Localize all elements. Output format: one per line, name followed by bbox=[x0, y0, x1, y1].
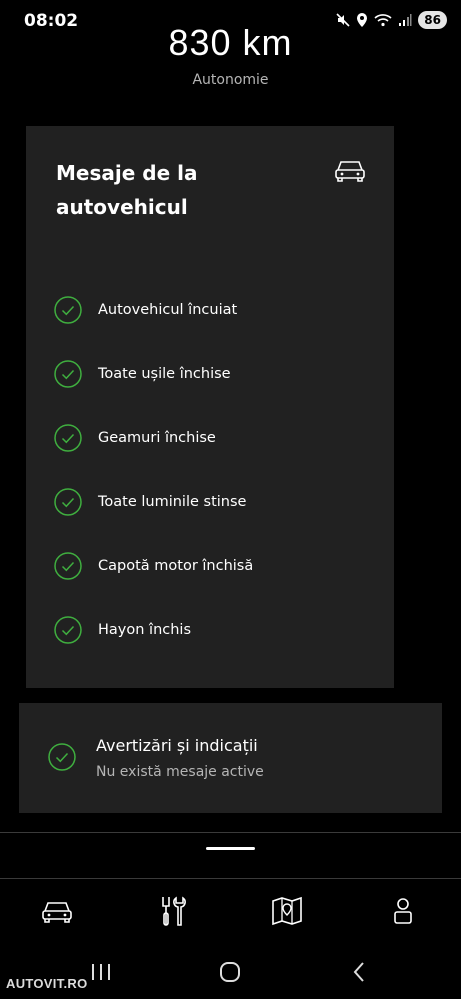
list-item: Geamuri închise bbox=[54, 406, 253, 470]
message-label: Hayon închis bbox=[98, 622, 192, 638]
warnings-card[interactable]: Avertizări și indicații Nu există mesaje… bbox=[19, 703, 442, 813]
check-circle-icon bbox=[54, 424, 82, 452]
back-icon bbox=[353, 962, 364, 982]
check-circle-icon bbox=[54, 488, 82, 516]
drag-handle[interactable] bbox=[206, 847, 255, 850]
message-label: Toate ușile închise bbox=[98, 366, 231, 382]
list-item: Hayon închis bbox=[54, 598, 253, 662]
range-label: Autonomie bbox=[192, 72, 269, 88]
profile-icon bbox=[394, 898, 412, 924]
tab-profile[interactable] bbox=[373, 890, 433, 932]
list-item: Toate ușile închise bbox=[54, 342, 253, 406]
tab-vehicle[interactable] bbox=[27, 890, 87, 932]
car-icon bbox=[334, 158, 366, 186]
check-circle-icon bbox=[54, 616, 82, 644]
tab-bar bbox=[0, 880, 461, 942]
card-title: Mesaje de la autovehicul bbox=[56, 161, 198, 219]
car-icon bbox=[42, 902, 72, 923]
home-button[interactable] bbox=[210, 957, 250, 987]
message-label: Geamuri închise bbox=[98, 430, 216, 446]
check-circle-icon bbox=[54, 296, 82, 324]
divider bbox=[0, 832, 461, 833]
recent-apps-icon bbox=[92, 964, 110, 980]
map-icon bbox=[272, 896, 302, 926]
warnings-subtitle: Nu există mesaje active bbox=[96, 764, 264, 780]
range-value: 830 km bbox=[168, 22, 293, 63]
list-item: Autovehicul încuiat bbox=[54, 278, 253, 342]
tools-icon bbox=[162, 896, 186, 926]
message-label: Capotă motor închisă bbox=[98, 558, 254, 574]
warnings-title: Avertizări și indicații bbox=[96, 736, 258, 755]
home-icon bbox=[220, 962, 240, 982]
message-list: Autovehicul încuiat Toate ușile închise … bbox=[54, 278, 253, 662]
watermark-logo: AUTOVIT.RO bbox=[6, 976, 88, 991]
vehicle-messages-card: Mesaje de la autovehicul Autovehicul înc… bbox=[26, 126, 394, 688]
list-item: Capotă motor închisă bbox=[54, 534, 253, 598]
check-circle-icon bbox=[54, 360, 82, 388]
divider bbox=[0, 878, 461, 879]
list-item: Toate luminile stinse bbox=[54, 470, 253, 534]
tab-service[interactable] bbox=[142, 890, 202, 932]
back-button[interactable] bbox=[339, 957, 379, 987]
message-label: Toate luminile stinse bbox=[98, 494, 247, 510]
message-label: Autovehicul încuiat bbox=[98, 302, 238, 318]
tab-map[interactable] bbox=[257, 890, 317, 932]
check-circle-icon bbox=[48, 743, 76, 771]
check-circle-icon bbox=[54, 552, 82, 580]
